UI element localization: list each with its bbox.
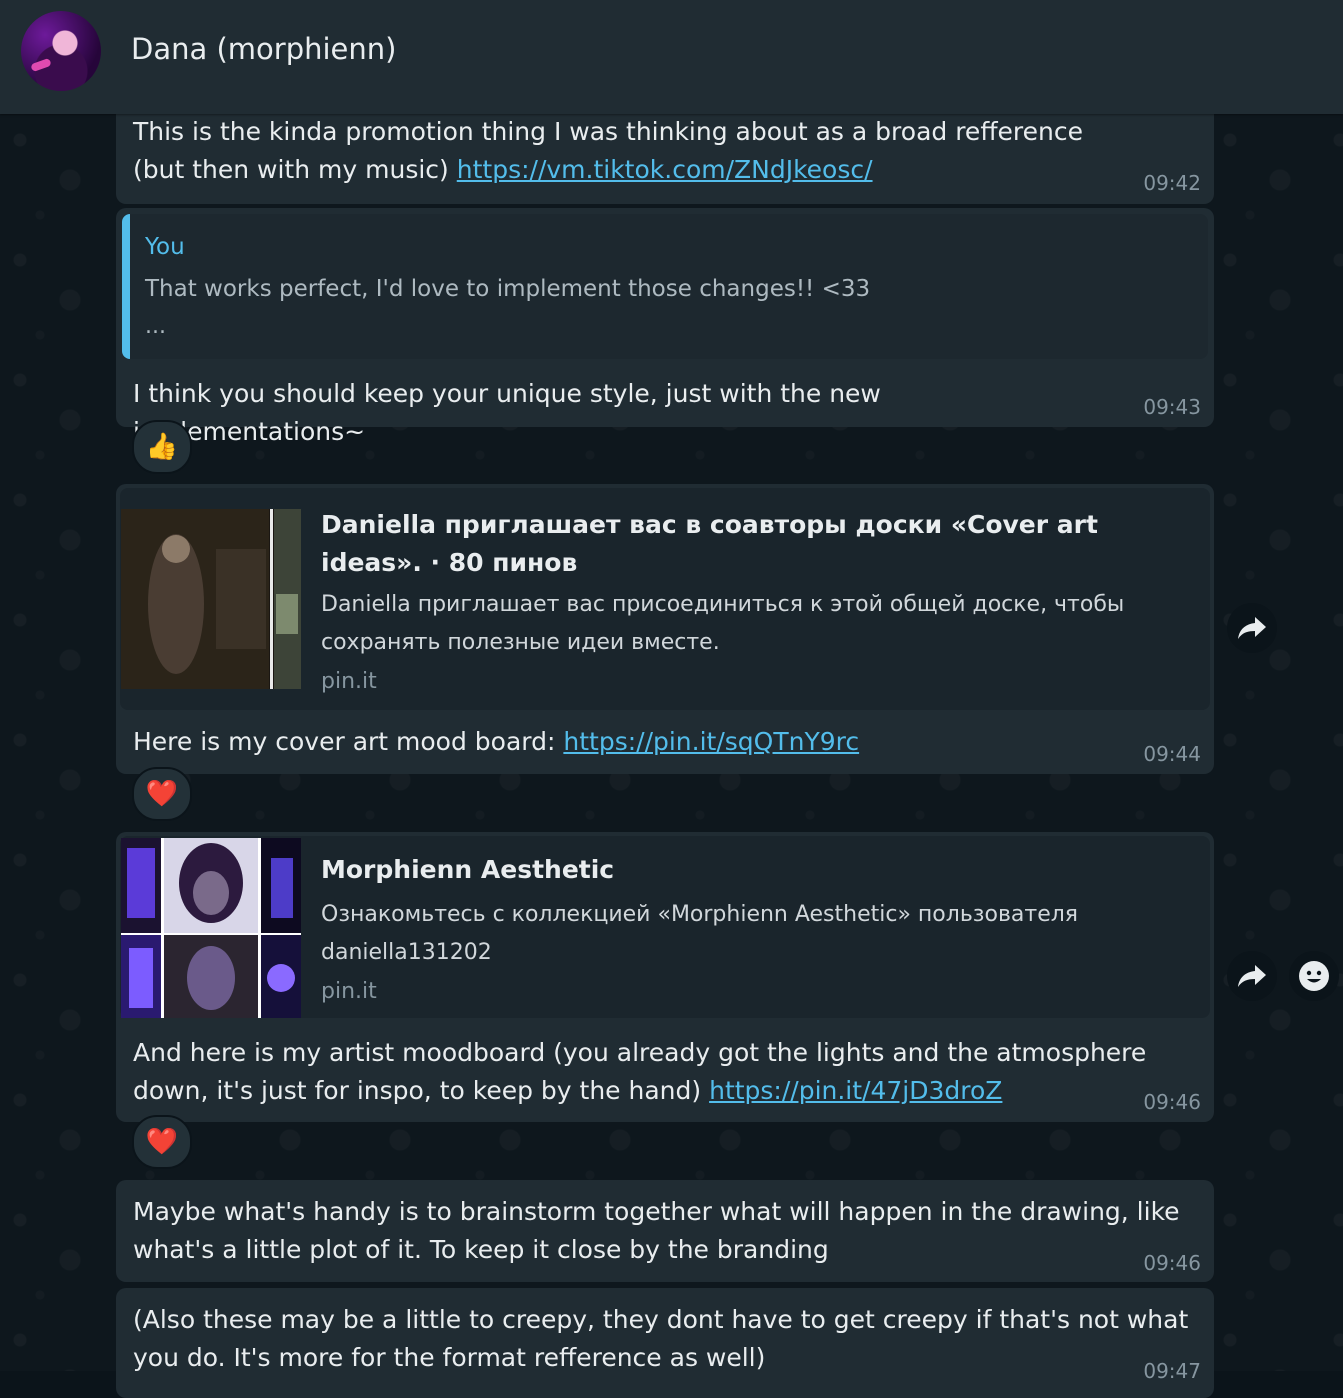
message-bubble[interactable]: You That works perfect, I'd love to impl… [116, 208, 1214, 446]
message-time: 09:46 [1143, 1090, 1201, 1114]
message-bubble[interactable]: Maybe what's handy is to brainstorm toge… [116, 1180, 1214, 1282]
forward-button[interactable] [1227, 951, 1277, 1001]
contact-name[interactable]: Dana (morphienn) [131, 32, 396, 66]
react-button[interactable] [1289, 951, 1339, 1001]
preview-title: Daniella приглашает вас в соавторы доски… [321, 510, 1098, 577]
contact-avatar[interactable] [21, 11, 101, 91]
emoji-icon [1299, 961, 1329, 991]
preview-thumbnail [121, 838, 301, 1018]
preview-description: Daniella приглашает вас присоединиться к… [321, 592, 1125, 655]
message-text: And here is my artist moodboard (you alr… [133, 1038, 1147, 1105]
message-time: 09:43 [1143, 395, 1201, 419]
reaction-thumbs-up[interactable]: 👍 [132, 420, 192, 474]
message-link[interactable]: https://pin.it/sqQTnY9rc [563, 727, 859, 756]
message-time: 09:47 [1143, 1359, 1201, 1383]
quoted-message[interactable]: You That works perfect, I'd love to impl… [122, 214, 1208, 359]
message-time: 09:44 [1143, 742, 1201, 766]
message-link[interactable]: https://pin.it/47jD3droZ [709, 1076, 1002, 1105]
preview-title: Morphienn Aesthetic [321, 855, 615, 884]
message-text: Maybe what's handy is to brainstorm toge… [133, 1197, 1180, 1264]
preview-domain: pin.it [321, 979, 377, 1004]
message-bubble[interactable]: Morphienn Aesthetic Ознакомьтесь с колле… [116, 832, 1214, 1122]
quote-bar [122, 214, 130, 359]
message-text: This is the kinda promotion thing I was … [133, 117, 1083, 184]
message-bubble[interactable]: This is the kinda promotion thing I was … [116, 100, 1214, 204]
message-time: 09:46 [1143, 1251, 1201, 1275]
forward-icon [1238, 965, 1266, 987]
quote-ellipsis: ... [145, 314, 166, 339]
preview-domain: pin.it [321, 669, 377, 694]
message-bubble[interactable]: (Also these may be a little to creepy, t… [116, 1288, 1214, 1398]
quote-author: You [145, 234, 185, 260]
message-bubble[interactable]: Daniella приглашает вас в соавторы доски… [116, 484, 1214, 774]
reaction-heart[interactable]: ❤️ [132, 1115, 192, 1169]
message-text: Here is my cover art mood board: https:/… [133, 727, 860, 756]
preview-thumbnail [121, 509, 301, 689]
message-text: (Also these may be a little to creepy, t… [133, 1305, 1189, 1372]
link-preview[interactable]: Daniella приглашает вас в соавторы доски… [120, 488, 1210, 710]
message-time: 09:42 [1143, 171, 1201, 195]
forward-icon [1238, 617, 1266, 639]
quote-text: That works perfect, I'd love to implemen… [145, 276, 871, 302]
preview-description: Ознакомьтесь с коллекцией «Morphienn Aes… [321, 902, 1079, 965]
message-text: I think you should keep your unique styl… [133, 379, 881, 446]
message-link[interactable]: https://vm.tiktok.com/ZNdJkeosc/ [457, 155, 873, 184]
reaction-heart[interactable]: ❤️ [132, 767, 192, 821]
forward-button[interactable] [1227, 603, 1277, 653]
link-preview[interactable]: Morphienn Aesthetic Ознакомьтесь с колле… [120, 836, 1210, 1018]
chat-header[interactable]: Dana (morphienn) [0, 0, 1343, 114]
